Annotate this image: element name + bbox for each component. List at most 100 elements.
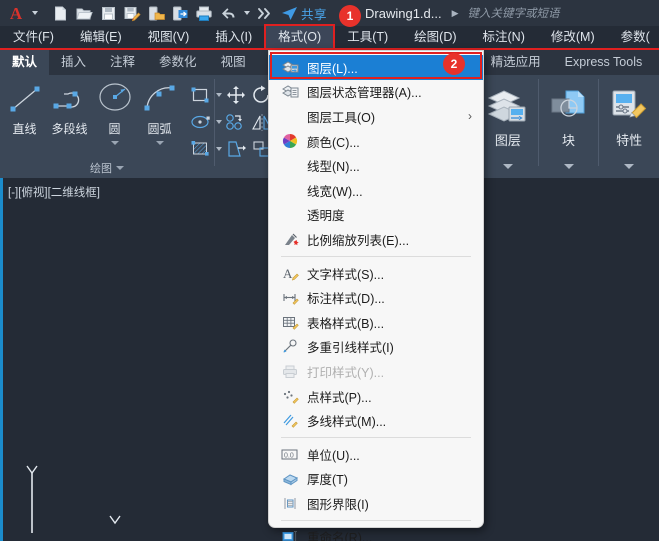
- menu-option-3[interactable]: 颜色(C)...: [269, 129, 483, 154]
- draw-tool-polyline-label: 多段线: [51, 122, 88, 136]
- layers-icon: [485, 75, 531, 127]
- menu-option-label: 文字样式(S)...: [307, 267, 385, 282]
- undo-dropdown-icon[interactable]: [240, 1, 253, 25]
- ribbon-tab-10[interactable]: Express Tools: [553, 50, 655, 75]
- ribbon-tab-2[interactable]: 注释: [98, 50, 147, 75]
- panel-properties-label: 特性: [616, 133, 643, 148]
- menu-option-9[interactable]: 标注样式(D)...: [269, 285, 483, 310]
- menu-option-17[interactable]: 图形界限(I): [269, 491, 483, 516]
- draw-tool-arc[interactable]: 圆弧: [137, 79, 182, 145]
- menu-option-10[interactable]: 表格样式(B)...: [269, 310, 483, 335]
- menu-option-18[interactable]: 重命名(R)...: [269, 525, 483, 541]
- menu-option-13[interactable]: 点样式(P)...: [269, 384, 483, 409]
- menu-item-0[interactable]: 文件(F): [0, 25, 67, 49]
- chevron-right-icon[interactable]: ›: [468, 109, 472, 123]
- ribbon-tab-1[interactable]: 插入: [49, 50, 98, 75]
- menu-option-4[interactable]: 线型(N)...: [269, 153, 483, 178]
- menu-option-label: 线宽(W)...: [307, 184, 363, 199]
- menu-option-label: 厚度(T): [307, 473, 348, 488]
- menu-option-7[interactable]: 比例缩放列表(E)...: [269, 227, 483, 252]
- save-as-icon[interactable]: [120, 1, 144, 25]
- menu-option-16[interactable]: 厚度(T): [269, 467, 483, 492]
- panel-properties[interactable]: 特性: [599, 75, 659, 178]
- plot-icon[interactable]: [192, 1, 216, 25]
- new-file-icon[interactable]: [48, 1, 72, 25]
- ucs-icon: [17, 456, 147, 541]
- draw-tool-line[interactable]: 直线: [2, 79, 47, 137]
- share-label: 共享: [301, 7, 328, 22]
- modify-tool-copy[interactable]: [223, 108, 249, 135]
- menu-item-6[interactable]: 绘图(D): [401, 25, 469, 49]
- search-input[interactable]: 键入关键字或短语: [468, 5, 560, 21]
- layer-icon: [277, 57, 303, 77]
- rename-icon: [277, 527, 303, 541]
- mline-style-icon: [277, 411, 303, 431]
- chevron-down-icon[interactable]: [110, 141, 119, 145]
- panel-layers[interactable]: 图层: [478, 75, 538, 178]
- panel-block[interactable]: 块: [539, 75, 599, 178]
- text-style-icon: A: [277, 263, 303, 283]
- ribbon-tab-0[interactable]: 默认: [0, 50, 50, 75]
- menu-option-11[interactable]: 多重引线样式(I): [269, 335, 483, 360]
- panel-draw-title[interactable]: 绘图: [0, 160, 214, 176]
- copy-icon: [223, 109, 249, 135]
- share-icon: [282, 6, 297, 20]
- share-button[interactable]: 共享: [281, 0, 327, 26]
- undo-icon[interactable]: [216, 1, 240, 25]
- modify-tool-stretch[interactable]: [223, 135, 249, 162]
- menu-item-3[interactable]: 插入(I): [202, 25, 265, 49]
- menu-separator: [281, 255, 471, 257]
- save-icon[interactable]: [96, 1, 120, 25]
- chevron-down-icon[interactable]: [116, 166, 124, 170]
- ribbon-tab-3[interactable]: 参数化: [147, 50, 209, 75]
- menu-option-1[interactable]: 图层状态管理器(A)...: [269, 80, 483, 105]
- properties-icon: [606, 75, 652, 127]
- svg-text:A: A: [283, 266, 293, 281]
- chevron-down-icon[interactable]: [28, 1, 42, 25]
- menu-option-label: 图层状态管理器(A)...: [307, 86, 422, 101]
- draw-tool-circle[interactable]: 圆: [92, 79, 137, 145]
- ribbon-tab-4[interactable]: 视图: [209, 50, 258, 75]
- menu-item-2[interactable]: 视图(V): [135, 25, 203, 49]
- chevron-down-icon[interactable]: [502, 164, 513, 169]
- ribbon-tab-9[interactable]: 精选应用: [479, 50, 553, 75]
- color-wheel-icon: [277, 131, 303, 151]
- format-dropdown-menu: 图层(L)... 图层状态管理器(A)... 图层工具(O) › 颜色(C)... 线型(…: [268, 50, 484, 541]
- title-bar: A 共享 Drawing1.d... ▶ 键入关键字或短语: [0, 0, 659, 26]
- drawing-limits-icon: [277, 493, 303, 513]
- menu-item-1[interactable]: 编辑(E): [67, 25, 135, 49]
- menu-option-14[interactable]: 多线样式(M)...: [269, 408, 483, 433]
- open-file-icon[interactable]: [72, 1, 96, 25]
- thickness-icon: [277, 469, 303, 489]
- menu-item-5[interactable]: 工具(T): [334, 25, 401, 49]
- mleader-style-icon: [277, 337, 303, 357]
- scale-list-icon: [277, 229, 303, 249]
- export-icon[interactable]: [144, 1, 168, 25]
- menu-option-8[interactable]: A 文字样式(S)...: [269, 261, 483, 286]
- menu-item-7[interactable]: 标注(N): [470, 25, 538, 49]
- menu-option-label: 比例缩放列表(E)...: [307, 233, 410, 248]
- menu-option-2[interactable]: 图层工具(O) ›: [269, 104, 483, 129]
- autocad-a-logo[interactable]: A: [4, 1, 28, 25]
- draw-tool-polyline[interactable]: 多段线: [47, 79, 92, 137]
- menu-item-4[interactable]: 格式(O): [264, 24, 336, 50]
- draw-tool-line-label: 直线: [12, 122, 37, 136]
- chevron-down-icon[interactable]: [563, 164, 574, 169]
- chevron-down-icon[interactable]: [155, 141, 164, 145]
- modify-tool-move[interactable]: [223, 81, 249, 108]
- svg-text:0.0: 0.0: [284, 452, 294, 459]
- chevron-down-icon[interactable]: [624, 164, 635, 169]
- panel-draw: 直线 多段线 圆 圆弧 绘图: [0, 75, 222, 178]
- redo-icon[interactable]: [253, 1, 277, 25]
- menu-item-8[interactable]: 修改(M): [538, 25, 608, 49]
- canvas-left-edge: [0, 178, 3, 541]
- menu-option-12: 打印样式(Y)...: [269, 359, 483, 384]
- import-icon[interactable]: [168, 1, 192, 25]
- viewport-label[interactable]: [-][俯视][二维线框]: [8, 184, 100, 200]
- menu-option-15[interactable]: 0.0 单位(U)...: [269, 442, 483, 467]
- title-dropdown-arrow[interactable]: ▶: [452, 8, 459, 19]
- menu-option-6[interactable]: 透明度: [269, 203, 483, 228]
- none: [277, 180, 303, 200]
- menu-item-9[interactable]: 参数(: [608, 25, 659, 49]
- menu-option-5[interactable]: 线宽(W)...: [269, 178, 483, 203]
